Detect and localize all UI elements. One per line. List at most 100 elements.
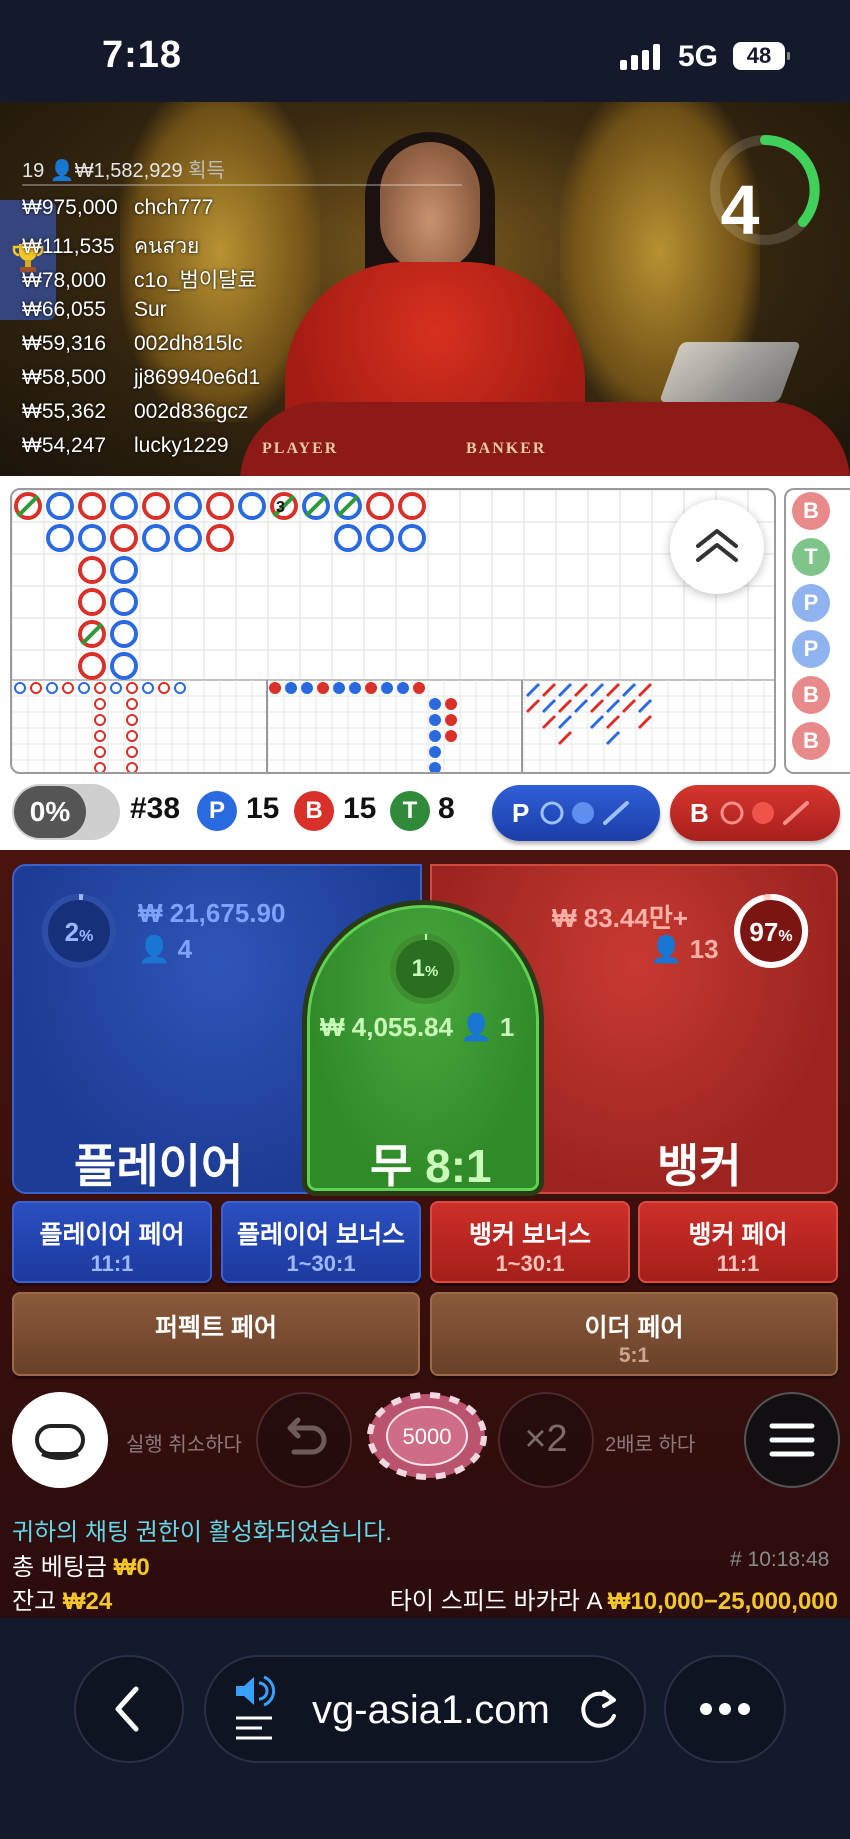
side-pill: P	[792, 630, 830, 668]
winner-name: 002d836gcz	[134, 400, 249, 423]
small-road-mark	[62, 682, 74, 694]
undo-icon	[287, 1417, 327, 1455]
banker-bonus-label: 뱅커 보너스	[469, 1221, 591, 1249]
status-bar: 7:18 5G 48	[0, 0, 850, 102]
total-bet: 총 베팅금 ₩0	[12, 1547, 150, 1582]
banker-label: 뱅커	[657, 1140, 742, 1192]
table-limit: ₩10,000−25,000,000	[607, 1588, 838, 1615]
percent-toggle-label: 0%	[14, 786, 86, 838]
banker-predict-button[interactable]: B	[670, 785, 840, 841]
banker-pair-button[interactable]: 뱅커 페어 11:1	[638, 1201, 838, 1283]
banker-badge: B	[294, 791, 334, 831]
hamburger-icon	[769, 1423, 815, 1457]
round-number: #38	[130, 792, 181, 825]
medium-road-mark	[429, 714, 441, 726]
side-pill: B	[792, 492, 830, 530]
winner-name: c1o_범이달료	[134, 269, 257, 292]
tie-mark	[304, 494, 328, 518]
reload-icon[interactable]	[574, 1684, 624, 1734]
winner-amount: ₩58,500	[22, 366, 107, 389]
winner-amount: ₩54,247	[22, 434, 107, 457]
medium-road-mark	[429, 762, 441, 772]
winner-name: Sur	[134, 298, 167, 321]
big-road-mark	[110, 620, 138, 648]
menu-button[interactable]	[744, 1392, 840, 1488]
bead-road-mark	[78, 524, 106, 552]
tie-mark	[16, 494, 40, 518]
chat-button[interactable]	[12, 1392, 108, 1488]
banker-bonus-button[interactable]: 뱅커 보너스 1~30:1	[430, 1201, 630, 1283]
small-road-mark	[158, 682, 170, 694]
balance: 잔고 ₩24	[12, 1581, 112, 1616]
user-icon: 👤	[49, 160, 75, 182]
card-shoe	[659, 342, 801, 402]
cockroach-road-mark	[525, 698, 541, 714]
small-road-mark	[94, 698, 106, 710]
bead-road-mark	[206, 524, 234, 552]
cockroach-road-mark	[621, 698, 637, 714]
medium-road-mark	[429, 698, 441, 710]
winner-row: ₩975,000 chch777	[22, 196, 213, 220]
winner-row: ₩78,000 c1o_범이달료	[22, 264, 257, 294]
more-button[interactable]	[664, 1655, 786, 1763]
undo-button[interactable]	[256, 1392, 352, 1488]
bead-road-mark	[366, 524, 394, 552]
cockroach-road-mark	[637, 682, 653, 698]
tie-percent-value: 1	[411, 955, 425, 982]
medium-road-mark	[445, 698, 457, 710]
tie-label-text: 무	[370, 1140, 413, 1192]
cockroach-road-mark	[605, 698, 621, 714]
medium-road-mark	[445, 730, 457, 742]
bead-road-mark	[46, 524, 74, 552]
tie-amount: ₩ 4,055.84 👤 1	[320, 1012, 514, 1043]
felt-player: PLAYER	[262, 440, 339, 457]
player-bonus-button[interactable]: 플레이어 보너스 1~30:1	[221, 1201, 421, 1283]
tie-mark	[80, 622, 104, 646]
side-pill: T	[792, 538, 830, 576]
medium-road-mark	[381, 682, 393, 694]
medium-road-mark	[413, 682, 425, 694]
cockroach-road-mark	[557, 682, 573, 698]
medium-road-mark	[397, 682, 409, 694]
double-button-label: ×2	[524, 1418, 568, 1460]
medium-road-mark	[429, 730, 441, 742]
cockroach-road-mark	[605, 682, 621, 698]
bead-road-mark	[110, 492, 138, 520]
winner-row: ₩66,055 Sur	[22, 298, 167, 322]
road-board: 3	[10, 488, 776, 774]
medium-road-mark	[429, 746, 441, 758]
small-road-mark	[174, 682, 186, 694]
chevron-left-icon	[115, 1686, 139, 1732]
player-predict-button[interactable]: P	[492, 785, 660, 841]
cockroach-road-mark	[637, 698, 653, 714]
divider	[22, 184, 462, 186]
speaker-icon[interactable]	[232, 1672, 280, 1742]
big-road-mark	[78, 556, 106, 584]
percent-sign: %	[778, 928, 793, 945]
banker-percent: 97%	[730, 917, 812, 948]
status-time: 7:18	[102, 34, 183, 76]
winner-amount: ₩66,055	[22, 298, 107, 321]
back-button[interactable]	[74, 1655, 184, 1763]
banker-percent-value: 97	[749, 917, 779, 947]
chip-value: 5000	[402, 1424, 452, 1449]
side-pill: B	[792, 722, 830, 760]
perfect-pair-button[interactable]: 퍼펙트 페어	[12, 1292, 420, 1376]
either-pair-button[interactable]: 이더 페어 5:1	[430, 1292, 838, 1376]
small-road-mark	[126, 714, 138, 726]
chat-bubble-icon	[35, 1424, 85, 1460]
double-button[interactable]: ×2	[498, 1392, 594, 1488]
collapse-road-button[interactable]	[670, 500, 764, 594]
tie-count-mark: 3	[276, 499, 285, 516]
cockroach-road-mark	[541, 698, 557, 714]
predict-p-label: P	[512, 797, 530, 828]
cockroach-road-mark	[573, 698, 589, 714]
medium-road-mark	[349, 682, 361, 694]
tie-label: 무 8:1	[370, 1130, 492, 1196]
bead-road-mark	[398, 524, 426, 552]
percent-sign: %	[425, 963, 439, 980]
player-pair-button[interactable]: 플레이어 페어 11:1	[12, 1201, 212, 1283]
winner-row: ₩111,535 คนสวย	[22, 230, 199, 263]
perfect-pair-label: 퍼펙트 페어	[155, 1314, 277, 1342]
player-percent-value: 2	[64, 917, 80, 947]
